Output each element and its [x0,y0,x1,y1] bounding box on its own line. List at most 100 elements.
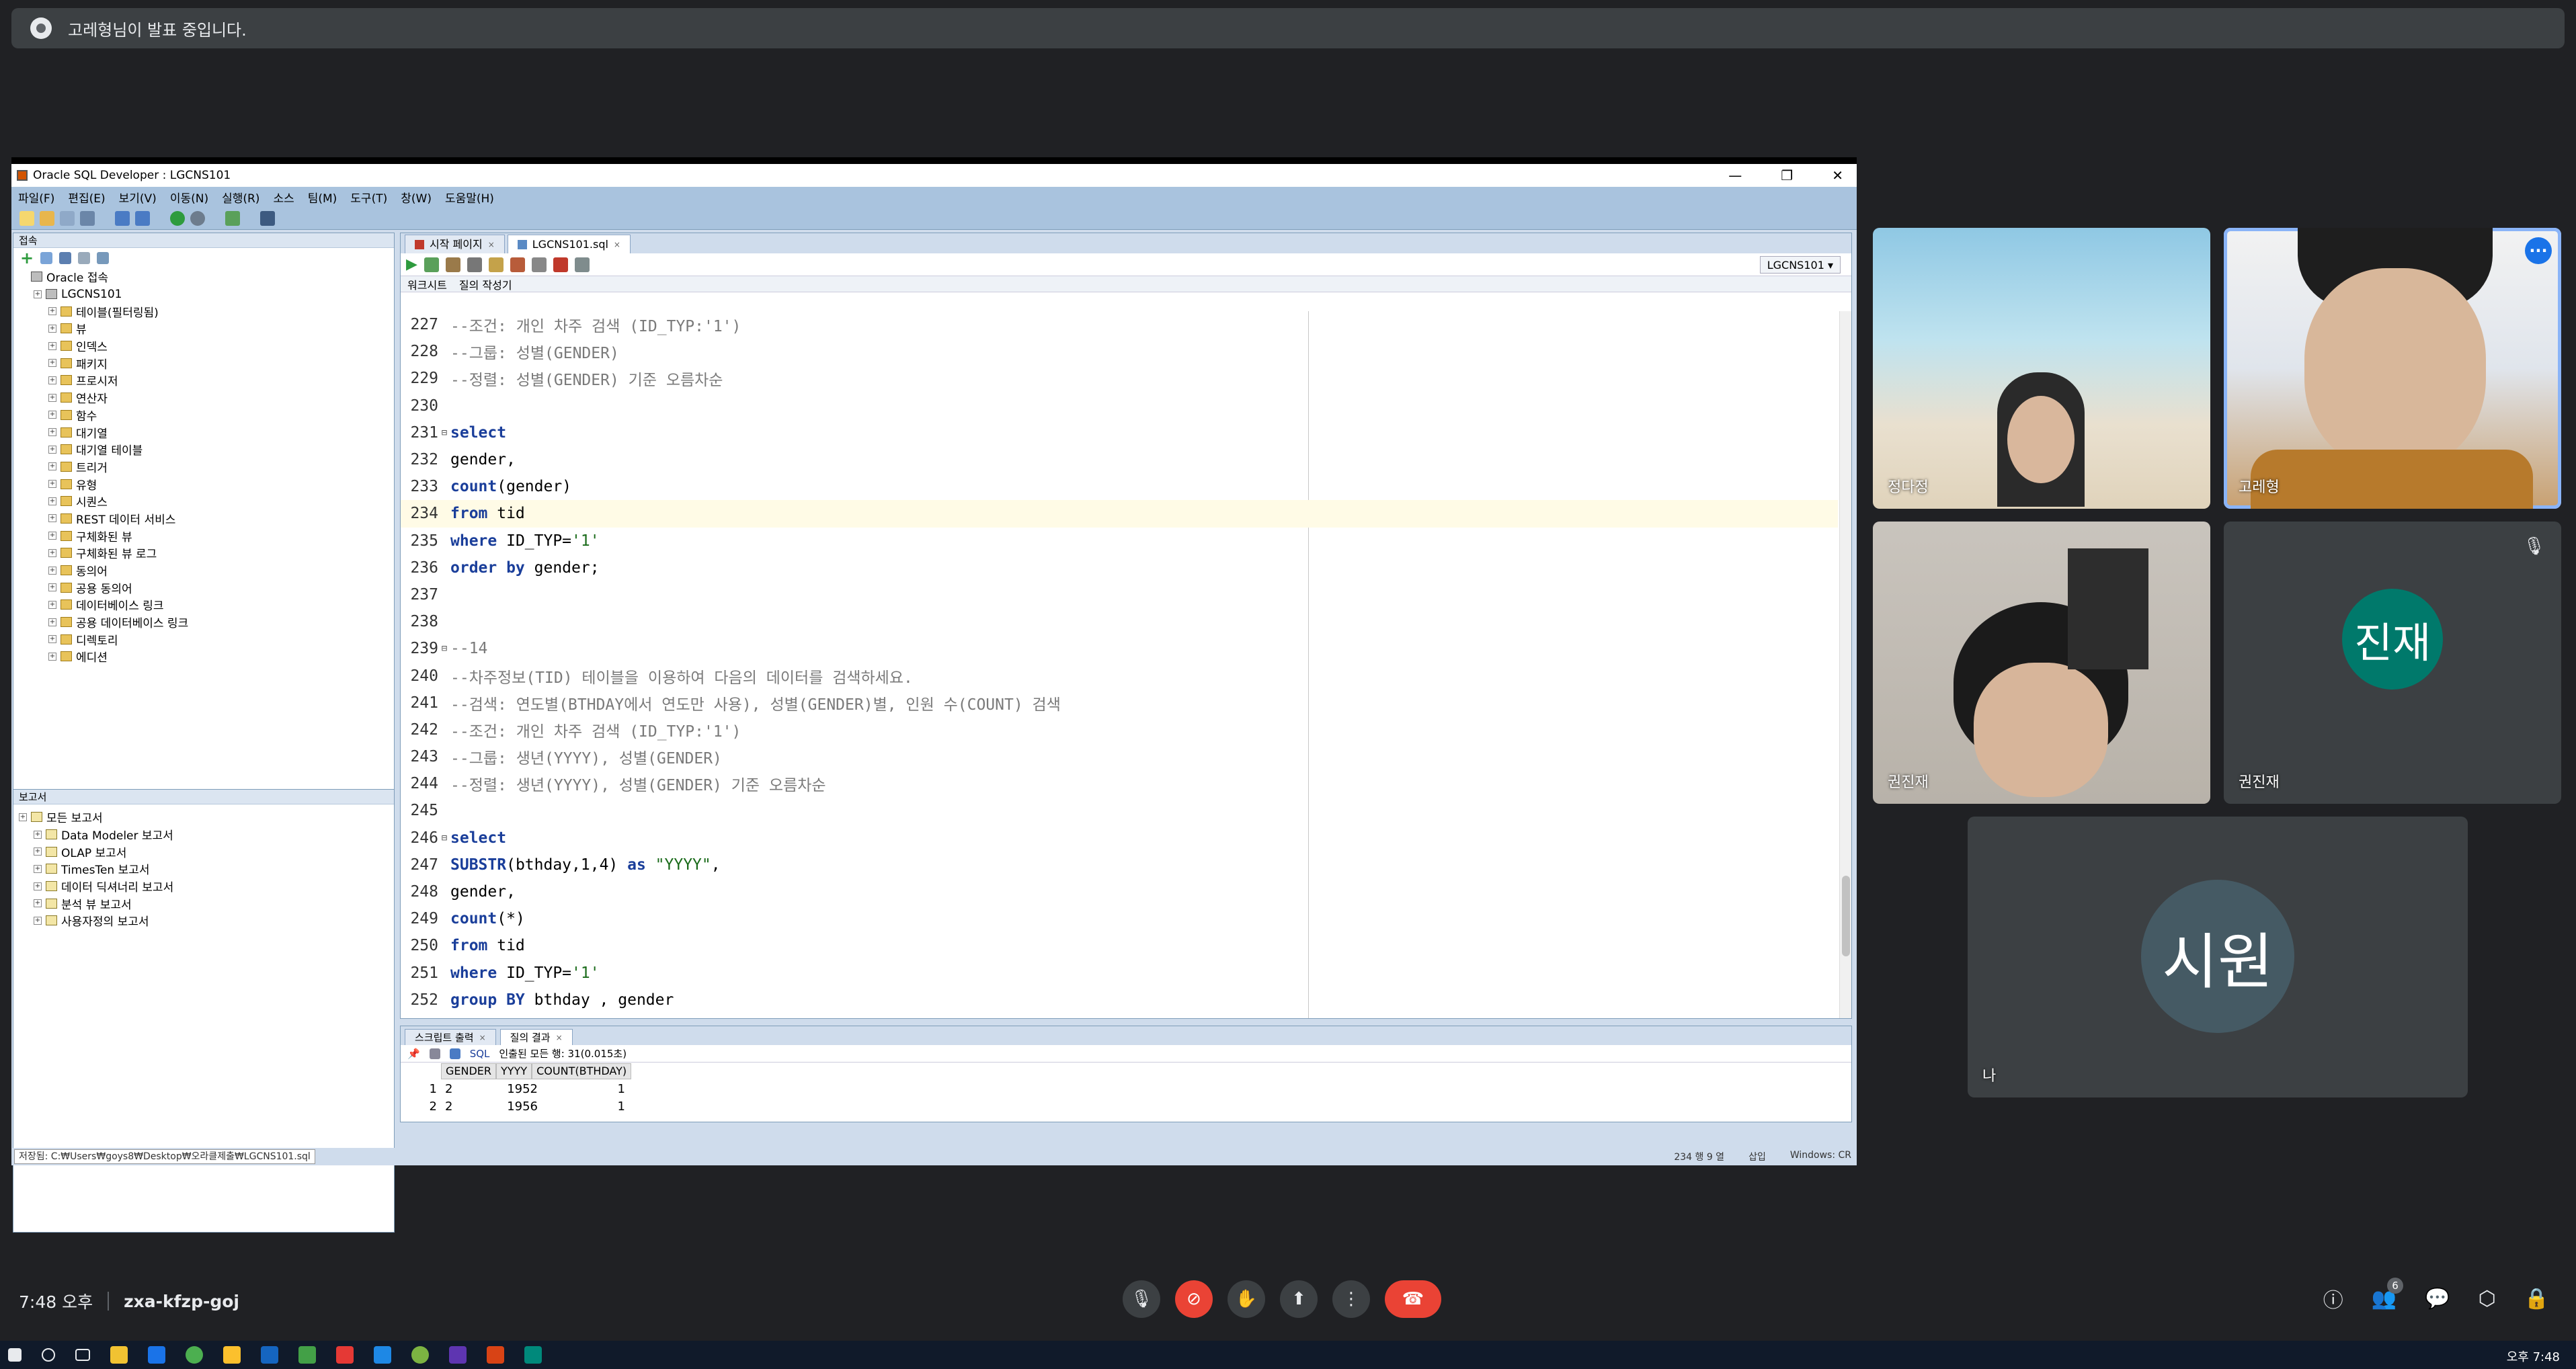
undo-icon[interactable] [115,210,130,226]
tree-item[interactable]: + 사용자정의 보고서 [13,912,394,929]
commit-icon[interactable] [488,257,504,272]
tree-item[interactable]: + 공용 데이터베이스 링크 [13,614,394,631]
sql-link[interactable]: SQL [470,1048,490,1060]
vscode-icon[interactable] [374,1346,391,1364]
history-icon[interactable] [574,257,590,272]
app-icon-5[interactable] [449,1346,467,1364]
autotrace-icon[interactable] [445,257,460,272]
tree-item[interactable]: + 동의어 [13,562,394,579]
restore-icon[interactable]: ❐ [1781,167,1793,183]
app-icon-4[interactable] [411,1346,429,1364]
add-connection-icon[interactable]: + [20,249,34,267]
tree-item[interactable]: + 인덱스 [13,337,394,355]
tree-item[interactable]: + 유형 [13,475,394,493]
refresh-results-icon[interactable] [449,1048,460,1059]
tree-item[interactable]: + REST 데이터 서비스 [13,510,394,528]
leave-call-button[interactable]: ☎ [1385,1280,1441,1318]
expand-icon[interactable]: + [48,359,56,368]
microphone-button[interactable]: 🎙 [1123,1280,1160,1318]
close-tab-icon[interactable]: × [614,236,620,253]
expand-icon[interactable]: + [48,341,56,350]
tree-item[interactable]: + 연산자 [13,389,394,407]
new-file-icon[interactable] [19,210,34,226]
sql-worksheet-icon[interactable] [225,210,240,226]
tree-item[interactable]: + 공용 동의어 [13,579,394,596]
minimize-icon[interactable]: — [1728,167,1742,183]
table-row[interactable]: 1 2 1952 1 [401,1080,1851,1097]
expand-icon[interactable]: + [34,864,42,873]
tree-item[interactable]: + 뷰 [13,320,394,337]
filter-icon[interactable] [59,252,72,264]
participant-tile-3[interactable]: 권진재 [1873,522,2210,804]
column-header[interactable]: YYYY [496,1063,532,1079]
expand-icon[interactable]: + [48,428,56,437]
column-header[interactable]: COUNT(BTHDAY) [532,1063,632,1079]
table-row[interactable]: 2 2 1956 1 [401,1097,1851,1115]
kakaotalk-icon[interactable] [223,1346,241,1364]
expand-icon[interactable]: + [48,583,56,592]
tree-item[interactable]: + OLAP 보고서 [13,843,394,860]
column-header[interactable]: GENDER [441,1063,497,1079]
save-all-icon[interactable] [80,210,95,226]
expand-icon[interactable]: + [48,566,56,575]
close-icon[interactable]: ✕ [1832,167,1843,183]
results-tab[interactable]: 스크립트 출력 × [405,1029,496,1045]
self-tile[interactable]: 시원 나 [1968,817,2468,1097]
app-icon-6[interactable] [524,1346,542,1364]
schema-browser-icon[interactable] [78,252,91,264]
tree-item[interactable]: + 구체화된 뷰 로그 [13,544,394,562]
expand-icon[interactable]: + [48,514,56,523]
info-icon[interactable]: ⓘ [2323,1284,2343,1313]
expand-icon[interactable]: + [48,548,56,557]
tree-item[interactable]: + 에디션 [13,648,394,665]
expand-icon[interactable]: + [48,635,56,644]
fold-icon[interactable]: ⊟ [440,643,449,654]
chat-icon[interactable]: 💬 [2425,1287,2450,1311]
expand-icon[interactable]: + [48,600,56,609]
tree-item[interactable]: + 트리거 [13,458,394,476]
menu-item[interactable]: 도움말(H) [445,189,494,206]
tree-item[interactable]: + 프로시저 [13,372,394,389]
tree-item[interactable]: + TimesTen 보고서 [13,860,394,878]
fold-icon[interactable]: ⊟ [440,427,449,438]
expand-icon[interactable]: + [48,411,56,419]
tree-item[interactable]: Oracle 접속 [13,268,394,286]
tree-item[interactable]: + 패키지 [13,354,394,372]
expand-icon[interactable]: + [48,618,56,626]
present-button[interactable]: ⬆ [1280,1280,1318,1318]
expand-icon[interactable]: + [48,532,56,540]
menu-item[interactable]: 보기(V) [119,189,157,206]
taskbar-search-icon[interactable] [42,1348,55,1362]
app-icon-1[interactable] [261,1346,278,1364]
forward-icon[interactable] [190,210,205,226]
expand-icon[interactable]: + [48,324,56,333]
redo-icon[interactable] [135,210,150,226]
expand-icon[interactable]: + [34,916,42,925]
code-area[interactable]: 227 --조건: 개인 차주 검색 (ID_TYP:'1') 228 --그룹: 성… [401,311,1838,1018]
close-tab-icon[interactable]: × [479,1030,486,1045]
results-tab[interactable]: 질의 결과 × [499,1029,573,1045]
tree-item[interactable]: + 대기열 [13,423,394,441]
menu-item[interactable]: 소스 [273,189,294,206]
tree-item[interactable]: + 함수 [13,407,394,424]
menu-item[interactable]: 이동(N) [170,189,208,206]
explain-plan-icon[interactable] [467,257,482,272]
expand-icon[interactable]: + [34,290,42,298]
menu-item[interactable]: 도구(T) [350,189,387,206]
tree-item[interactable]: + 시퀀스 [13,493,394,510]
expand-icon[interactable]: + [48,497,56,505]
collapse-icon[interactable] [97,252,110,264]
expand-icon[interactable]: + [48,445,56,454]
sqldeveloper-taskbar-icon[interactable] [487,1346,504,1364]
open-folder-icon[interactable] [40,210,54,226]
run-script-icon[interactable] [424,257,439,272]
tree-item[interactable]: + 테이블(필터링됨) [13,302,394,320]
menu-item[interactable]: 편집(E) [68,189,105,206]
expand-icon[interactable]: + [48,307,56,316]
worksheet-subtab[interactable]: 질의 작성기 [459,276,512,292]
editor-scrollbar[interactable] [1839,311,1851,1018]
tree-item[interactable]: + 구체화된 뷰 [13,527,394,544]
menu-item[interactable]: 실행(R) [222,189,259,206]
rollback-icon[interactable] [510,257,525,272]
participant-tile-1[interactable]: 정다정 [1873,228,2210,509]
